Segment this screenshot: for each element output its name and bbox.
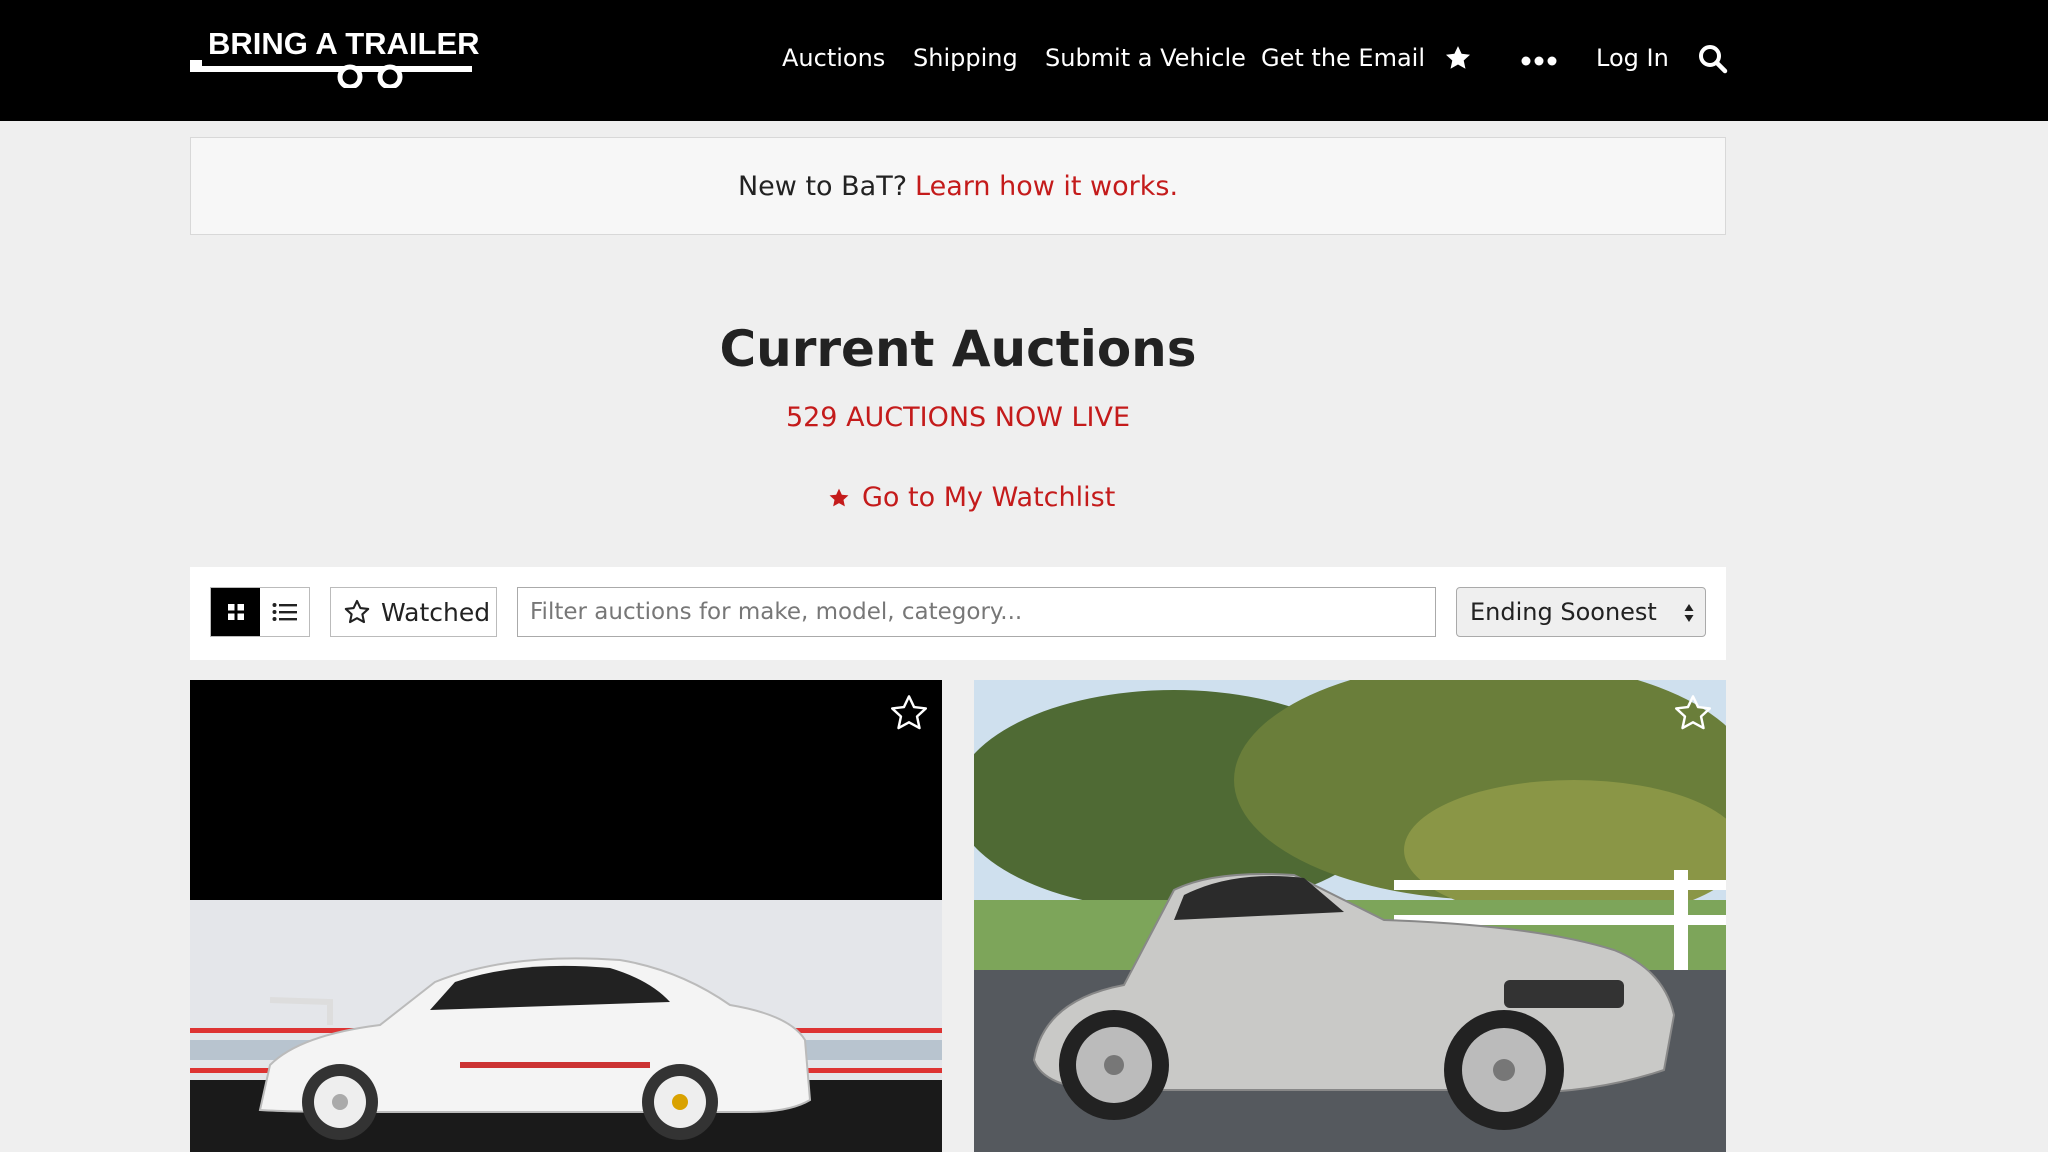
auction-card[interactable]	[190, 680, 942, 1152]
star-icon[interactable]	[1444, 44, 1472, 76]
sort-selected-value: Ending Soonest	[1470, 598, 1657, 626]
top-navigation-bar: BRING A TRAILER Auctions Shipping Submit…	[0, 0, 2048, 121]
filter-bar: Watched Ending Soonest	[190, 567, 1726, 660]
page-title: Current Auctions	[719, 320, 1197, 378]
learn-how-link[interactable]: Learn how it works.	[915, 171, 1178, 202]
site-logo[interactable]: BRING A TRAILER	[190, 26, 480, 88]
live-auctions-count: 529 AUCTIONS NOW LIVE	[785, 402, 1131, 433]
nav-get-email[interactable]: Get the Email	[1261, 0, 1425, 116]
watched-label: Watched	[381, 597, 491, 627]
star-outline-icon	[344, 599, 370, 624]
logo-text: BRING A TRAILER	[208, 26, 480, 61]
nav-shipping[interactable]: Shipping	[913, 0, 1018, 116]
sort-select[interactable]: Ending Soonest	[1456, 587, 1706, 637]
auction-photo-porsche	[190, 680, 942, 1152]
watch-star-icon[interactable]	[1672, 692, 1714, 738]
auction-filter-input[interactable]	[517, 587, 1436, 637]
grid-view-button[interactable]	[211, 588, 260, 636]
login-link[interactable]: Log In	[1596, 0, 1669, 116]
star-icon	[829, 488, 849, 506]
banner-text: New to BaT?	[737, 170, 908, 202]
view-toggle	[210, 587, 310, 637]
list-view-button[interactable]	[260, 588, 309, 636]
search-icon[interactable]	[1698, 44, 1728, 78]
auction-photo-bmw	[974, 680, 1726, 1152]
auction-card[interactable]	[974, 680, 1726, 1152]
grid-icon	[227, 604, 244, 620]
more-icon[interactable]	[1520, 52, 1558, 71]
nav-submit-vehicle[interactable]: Submit a Vehicle	[1045, 0, 1246, 116]
nav-auctions[interactable]: Auctions	[782, 0, 885, 116]
watchlist-link[interactable]: Go to My Watchlist	[828, 482, 1115, 513]
watchlist-link-label: Go to My Watchlist	[862, 482, 1116, 513]
list-icon	[272, 603, 297, 621]
watch-star-icon[interactable]	[888, 692, 930, 738]
watched-filter-button[interactable]: Watched	[330, 587, 497, 637]
select-arrows-icon	[1684, 604, 1694, 622]
new-user-banner: New to BaT? Learn how it works.	[190, 137, 1726, 235]
